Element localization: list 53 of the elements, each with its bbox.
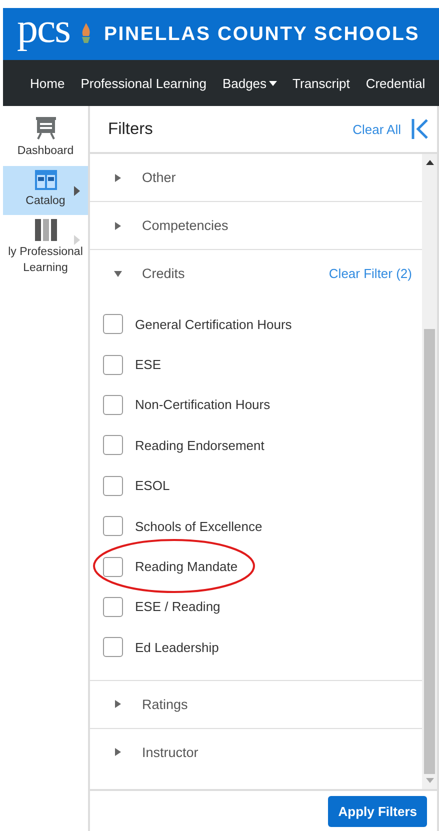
scroll-up-icon[interactable] [426, 160, 434, 165]
filter-section-header[interactable]: Ratings [90, 680, 422, 728]
checkbox-label: Reading Mandate [135, 559, 238, 574]
checkbox[interactable] [103, 314, 123, 334]
collapse-icon[interactable] [411, 118, 429, 140]
sidebar-label: Dashboard [17, 144, 74, 159]
checkbox-label: Non-Certification Hours [135, 397, 270, 412]
filter-section-header[interactable]: Instructor [90, 728, 422, 776]
sidebar-label: ly Professional Learning [8, 245, 83, 276]
torch-icon [80, 22, 92, 46]
filter-section-header[interactable]: Credits Clear Filter (2) [90, 250, 422, 297]
checkbox[interactable] [103, 354, 123, 375]
filter-section-header[interactable]: Other [90, 154, 422, 201]
filter-section-header[interactable]: Competencies [90, 202, 422, 249]
nav-link[interactable]: Professional Learning [80, 76, 206, 90]
sidebar-item[interactable]: ly Professional Learning [3, 215, 88, 282]
checkbox[interactable] [103, 637, 123, 658]
checkbox-label: General Certification Hours [135, 316, 292, 332]
checkbox-label: ESE [135, 357, 162, 372]
clear-all-link[interactable]: Clear All [352, 122, 401, 136]
checkbox[interactable] [103, 556, 123, 577]
apply-filters-button[interactable]: Apply Filters [328, 796, 427, 826]
presentation-board-icon [34, 116, 56, 140]
catalog-icon [34, 170, 56, 190]
checkbox[interactable] [103, 596, 123, 617]
checkbox-label: ESOL [135, 478, 170, 494]
binders-icon [34, 219, 56, 242]
sidebar-item[interactable]: Dashboard [3, 112, 88, 166]
nav-link[interactable]: Home [30, 76, 65, 90]
nav-link[interactable]: Badges [222, 76, 277, 90]
district-name: PINELLAS COUNTY SCHOOLS [104, 22, 420, 46]
expand-triangle-icon [114, 222, 122, 230]
checkbox-label: Ed Leadership [135, 640, 219, 655]
nav-link[interactable]: Credential [366, 76, 426, 90]
scrollbar[interactable] [422, 154, 437, 789]
sidebar-label: Catalog [26, 194, 66, 209]
expand-triangle-icon [114, 174, 122, 182]
expand-triangle-icon [114, 700, 122, 708]
checkbox[interactable] [103, 516, 123, 536]
sidebar-item[interactable]: Catalog [3, 166, 88, 216]
expand-triangle-icon [114, 748, 122, 756]
checkbox[interactable] [103, 435, 123, 456]
panel-title: Filters [108, 120, 154, 138]
clear-filter-link[interactable]: Clear Filter (2) [328, 266, 412, 281]
scroll-down-icon[interactable] [426, 778, 434, 783]
checkbox-label: Schools of Excellence [135, 518, 262, 534]
logo-text: pcs [17, 8, 70, 50]
checkbox-label: ESE / Reading [135, 599, 220, 614]
checkbox[interactable] [103, 394, 123, 415]
checkbox-label: Reading Endorsement [135, 438, 264, 453]
nav-link[interactable]: Transcript [292, 76, 350, 90]
collapse-triangle-icon [114, 270, 122, 278]
checkbox[interactable] [103, 476, 123, 496]
